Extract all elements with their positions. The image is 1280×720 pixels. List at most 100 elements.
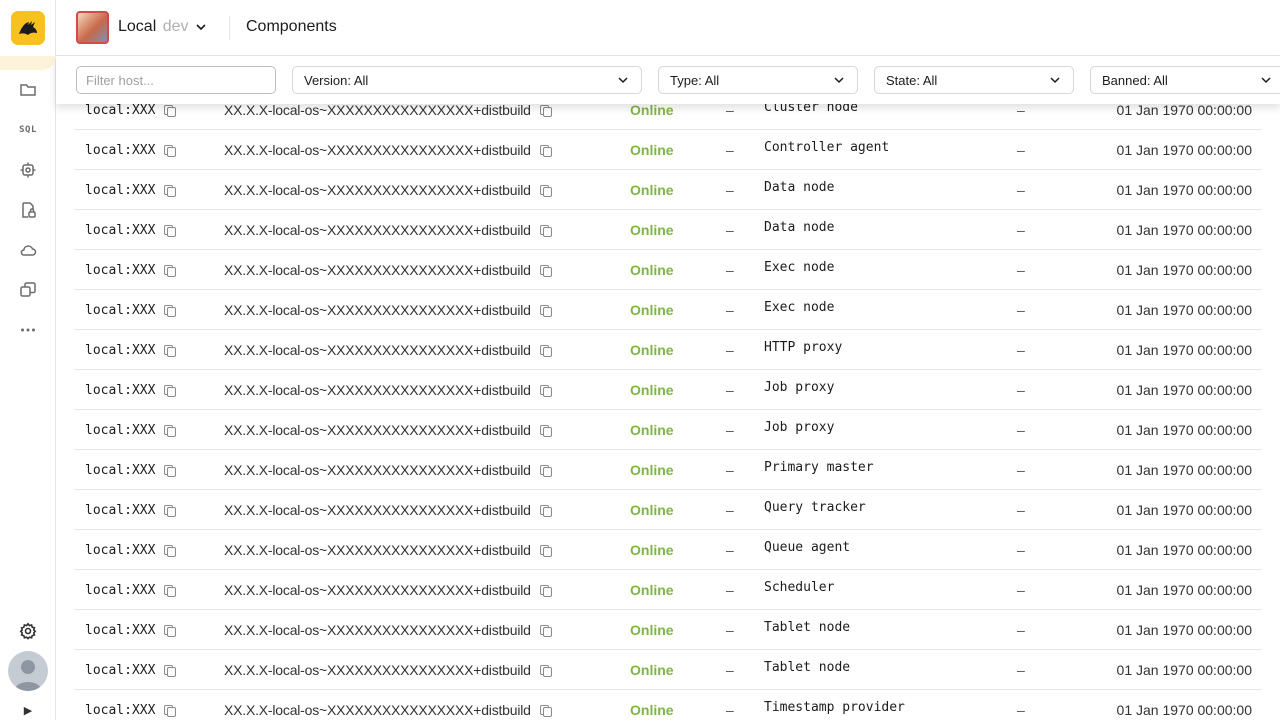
host-link[interactable]: local:XXX [85,383,155,398]
copy-icon[interactable] [539,104,552,117]
copy-icon[interactable] [163,424,177,437]
host-cell[interactable]: local:XXX [85,330,177,370]
host-cell[interactable]: local:XXX [85,250,177,290]
copy-icon[interactable] [163,544,177,557]
more-icon[interactable] [16,318,40,342]
copy-icon[interactable] [539,344,552,357]
state-badge: Online [630,222,674,238]
host-cell[interactable]: local:XXX [85,210,177,250]
host-link[interactable]: local:XXX [85,263,155,278]
copy-icon[interactable] [539,664,552,677]
host-link[interactable]: local:XXX [85,103,155,118]
host-cell[interactable]: local:XXX [85,170,177,210]
host-cell[interactable]: local:XXX [85,130,177,170]
table-row[interactable]: local:XXX XX.X.X-local-os~XXXXXXXXXXXXXXX… [75,530,1261,570]
copy-icon[interactable] [539,264,552,277]
copy-icon[interactable] [163,384,177,397]
table-row[interactable]: local:XXX XX.X.X-local-os~XXXXXXXXXXXXXXX… [75,690,1261,720]
host-cell[interactable]: local:XXX [85,290,177,330]
type-cell: Tablet node [764,619,851,635]
settings-gear-icon[interactable] [16,619,40,643]
table-row[interactable]: local:XXX XX.X.X-local-os~XXXXXXXXXXXXXXX… [75,370,1261,410]
table-row[interactable]: local:XXX XX.X.X-local-os~XXXXXXXXXXXXXXX… [75,570,1261,610]
banned-filter-select[interactable]: Banned: All [1090,66,1280,94]
cluster-avatar[interactable] [76,11,109,44]
copy-icon[interactable] [163,504,177,517]
chevron-down-icon[interactable] [194,20,208,34]
table-row[interactable]: local:XXX XX.X.X-local-os~XXXXXXXXXXXXXXX… [75,650,1261,690]
components-icon[interactable] [16,158,40,182]
filter-host-input[interactable] [76,66,276,94]
host-cell[interactable]: local:XXX [85,610,177,650]
host-link[interactable]: local:XXX [85,303,155,318]
copy-icon[interactable] [163,624,177,637]
copy-icon[interactable] [163,264,177,277]
copy-icon[interactable] [163,304,177,317]
sql-query-icon[interactable]: SQL [16,118,40,142]
copy-icon[interactable] [163,344,177,357]
app-logo[interactable] [11,11,45,45]
copy-icon[interactable] [539,384,552,397]
table-row[interactable]: local:XXX XX.X.X-local-os~XXXXXXXXXXXXXXX… [75,450,1261,490]
copy-icon[interactable] [539,304,552,317]
table-row[interactable]: local:XXX XX.X.X-local-os~XXXXXXXXXXXXXXX… [75,210,1261,250]
banned-cell: – [726,222,734,238]
copy-icon[interactable] [539,464,552,477]
cloud-icon[interactable] [16,238,40,262]
host-link[interactable]: local:XXX [85,463,155,478]
accounts-icon[interactable] [16,198,40,222]
host-cell[interactable]: local:XXX [85,370,177,410]
host-link[interactable]: local:XXX [85,223,155,238]
copy-icon[interactable] [163,584,177,597]
host-link[interactable]: local:XXX [85,183,155,198]
cluster-selector[interactable]: Local dev [118,18,189,36]
host-cell[interactable]: local:XXX [85,690,177,720]
user-avatar[interactable] [8,651,48,691]
host-cell[interactable]: local:XXX [85,490,177,530]
host-cell[interactable]: local:XXX [85,570,177,610]
expand-sidebar-icon[interactable]: ▶ [20,702,36,718]
host-cell[interactable]: local:XXX [85,650,177,690]
table-row[interactable]: local:XXX XX.X.X-local-os~XXXXXXXXXXXXXXX… [75,610,1261,650]
table-row[interactable]: local:XXX XX.X.X-local-os~XXXXXXXXXXXXXXX… [75,170,1261,210]
table-row[interactable]: local:XXX XX.X.X-local-os~XXXXXXXXXXXXXXX… [75,410,1261,450]
host-cell[interactable]: local:XXX [85,410,177,450]
copy-icon[interactable] [539,704,552,717]
host-link[interactable]: local:XXX [85,703,155,718]
host-link[interactable]: local:XXX [85,583,155,598]
copy-icon[interactable] [539,144,552,157]
copy-icon[interactable] [539,424,552,437]
copy-icon[interactable] [163,664,177,677]
table-row[interactable]: local:XXX XX.X.X-local-os~XXXXXXXXXXXXXXX… [75,250,1261,290]
host-link[interactable]: local:XXX [85,423,155,438]
host-link[interactable]: local:XXX [85,503,155,518]
table-row[interactable]: local:XXX XX.X.X-local-os~XXXXXXXXXXXXXXX… [75,330,1261,370]
operations-icon[interactable] [16,278,40,302]
copy-icon[interactable] [539,224,552,237]
host-cell[interactable]: local:XXX [85,450,177,490]
copy-icon[interactable] [539,544,552,557]
copy-icon[interactable] [539,584,552,597]
table-row[interactable]: local:XXX XX.X.X-local-os~XXXXXXXXXXXXXXX… [75,490,1261,530]
host-link[interactable]: local:XXX [85,343,155,358]
host-link[interactable]: local:XXX [85,543,155,558]
copy-icon[interactable] [539,504,552,517]
state-filter-select[interactable]: State: All [874,66,1074,94]
navigation-folder-icon[interactable] [16,78,40,102]
copy-icon[interactable] [163,144,177,157]
copy-icon[interactable] [163,464,177,477]
table-row[interactable]: local:XXX XX.X.X-local-os~XXXXXXXXXXXXXXX… [75,130,1261,170]
version-filter-select[interactable]: Version: All [292,66,642,94]
copy-icon[interactable] [163,224,177,237]
host-link[interactable]: local:XXX [85,143,155,158]
host-cell[interactable]: local:XXX [85,530,177,570]
host-link[interactable]: local:XXX [85,663,155,678]
type-filter-select[interactable]: Type: All [658,66,858,94]
copy-icon[interactable] [163,184,177,197]
copy-icon[interactable] [163,104,177,117]
copy-icon[interactable] [163,704,177,717]
table-row[interactable]: local:XXX XX.X.X-local-os~XXXXXXXXXXXXXXX… [75,290,1261,330]
copy-icon[interactable] [539,184,552,197]
host-link[interactable]: local:XXX [85,623,155,638]
copy-icon[interactable] [539,624,552,637]
